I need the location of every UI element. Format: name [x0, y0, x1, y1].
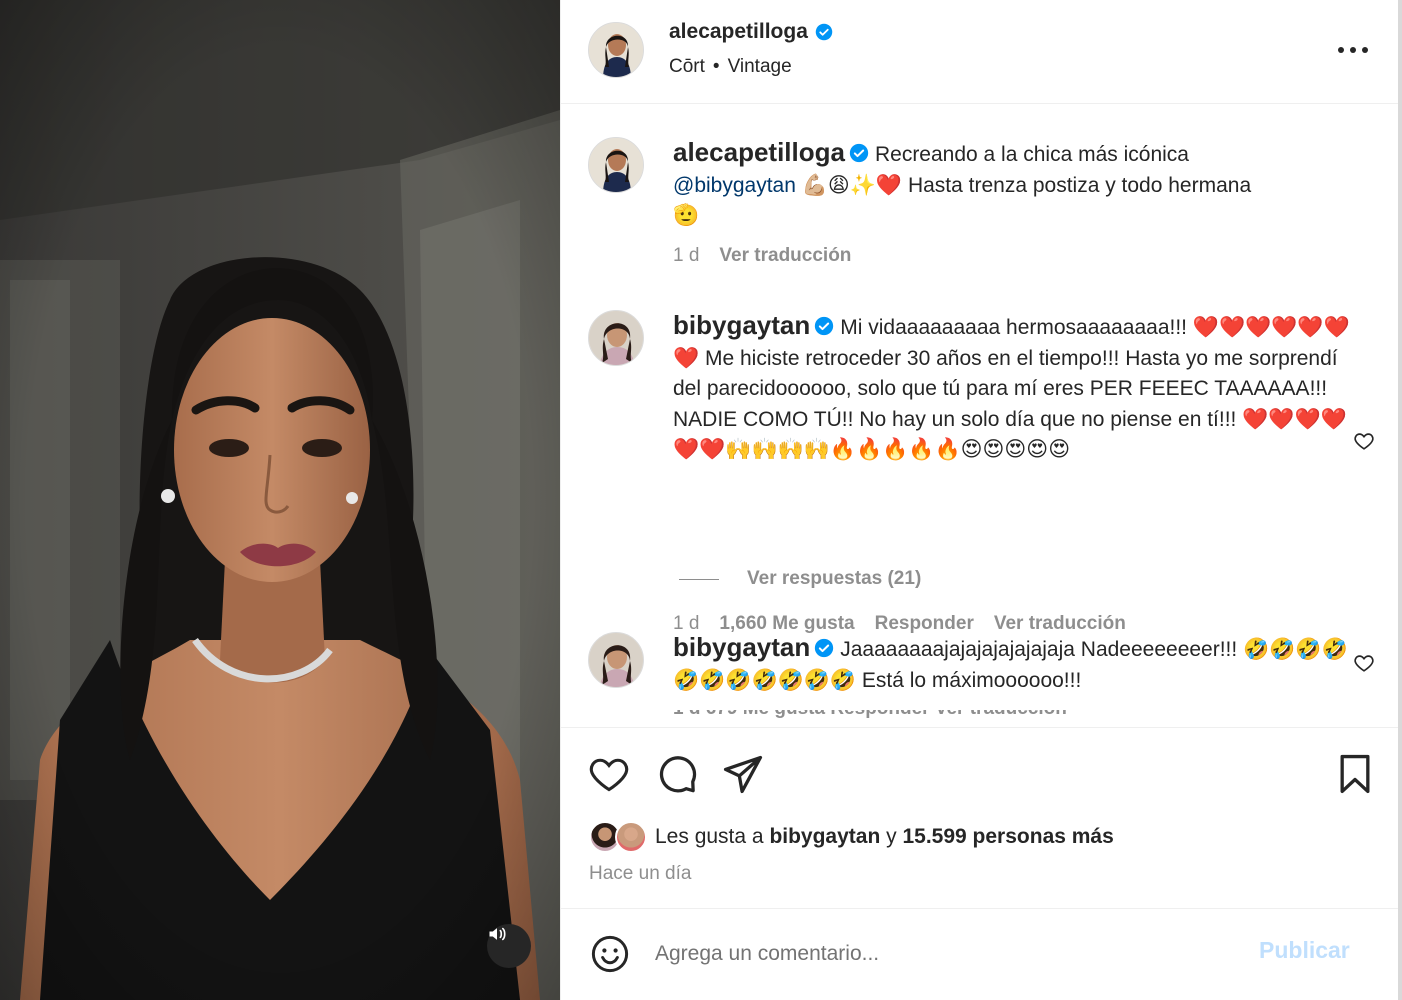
speaker-icon	[489, 927, 506, 941]
caption-translate-link[interactable]: Ver traducción	[719, 245, 851, 267]
liked-by-prefix: Les gusta a	[655, 825, 764, 848]
liked-by-user-link[interactable]: bibygaytan	[769, 825, 880, 849]
caption-text-2: Hasta trenza postiza y todo hermana	[907, 173, 1252, 197]
audio-separator: •	[712, 56, 720, 77]
caption-age[interactable]: 1 d	[673, 245, 699, 267]
comment-meta-text: 1 d 679 Me gusta Responder Ver traducció…	[673, 710, 1173, 720]
post-side-panel: alecapetilloga Cōrt • Vintage alecapetil…	[560, 0, 1399, 1000]
author-avatar[interactable]	[588, 22, 644, 78]
commenter-avatar[interactable]	[588, 310, 644, 366]
caption-mention-link[interactable]: @bibygaytan	[673, 174, 796, 197]
avatar-photo	[589, 138, 643, 192]
replies-divider-line	[679, 578, 719, 580]
verified-badge-icon	[815, 638, 834, 658]
audio-line: Cōrt • Vintage	[669, 56, 792, 78]
emoji-smile-icon[interactable]	[589, 933, 631, 975]
caption-avatar[interactable]	[588, 137, 644, 193]
mute-toggle-button[interactable]	[487, 924, 531, 968]
verified-badge-icon	[815, 23, 833, 41]
liker-avatar	[615, 821, 647, 853]
comment-input[interactable]	[655, 935, 1235, 973]
caption-emojis-2: 🫡	[673, 204, 700, 227]
more-dots-icon[interactable]	[1333, 38, 1373, 62]
post-video-frame	[0, 0, 560, 1000]
verified-badge-icon	[849, 143, 869, 163]
author-username-text[interactable]: alecapetilloga	[669, 20, 808, 44]
post-header: alecapetilloga Cōrt • Vintage	[561, 0, 1399, 104]
post-actions: Les gusta a bibygaytan y 15.599 personas…	[561, 727, 1399, 907]
verified-badge-icon	[815, 316, 834, 336]
bookmark-icon[interactable]	[1333, 752, 1377, 796]
liked-by-conjunction: y	[886, 825, 897, 848]
comment-like-heart-icon[interactable]	[1353, 652, 1375, 674]
comment-username[interactable]: bibygaytan	[673, 310, 810, 340]
author-username[interactable]: alecapetilloga	[669, 20, 833, 44]
liked-by-summary[interactable]: Les gusta a bibygaytan y 15.599 personas…	[589, 821, 1114, 853]
comment-like-heart-icon[interactable]	[1353, 430, 1375, 452]
comment-username[interactable]: bibygaytan	[673, 632, 810, 662]
window-scroll-edge	[1398, 0, 1402, 1000]
avatar-photo	[589, 633, 643, 687]
caption-meta: 1 d Ver traducción	[673, 245, 851, 267]
commenter-avatar[interactable]	[588, 632, 644, 688]
caption-username[interactable]: alecapetilloga	[673, 137, 845, 167]
paper-plane-icon[interactable]	[721, 752, 765, 796]
liked-by-others-link[interactable]: 15.599 personas más	[902, 825, 1113, 849]
caption-text: Recreando a la chica más icónica	[874, 143, 1189, 166]
liked-by-avatars	[589, 821, 647, 853]
post-media[interactable]	[0, 0, 560, 1000]
comment-meta-clipped: 1 d 679 Me gusta Responder Ver traducció…	[673, 710, 1173, 722]
caption-body: alecapetilloga Recreando a la chica más i…	[673, 137, 1353, 232]
avatar-photo	[589, 23, 643, 77]
caption-emojis: 💪🏼😩✨❤️	[801, 173, 903, 197]
avatar-photo	[589, 311, 643, 365]
comment-composer: Publicar	[561, 908, 1399, 1000]
post-timestamp[interactable]: Hace un día	[589, 863, 691, 885]
heart-icon[interactable]	[587, 752, 631, 796]
comment-body: bibygaytan Jaaaaaaaajajajajajajajaja Nade…	[673, 632, 1353, 696]
view-replies-label[interactable]: Ver respuestas (21)	[747, 568, 921, 590]
audio-tag[interactable]: Vintage	[728, 56, 792, 78]
publish-button[interactable]: Publicar	[1259, 937, 1350, 964]
comment-bubble-icon[interactable]	[655, 752, 699, 796]
comments-list[interactable]: alecapetilloga Recreando a la chica más i…	[561, 105, 1399, 725]
comment-body: bibygaytan Mi vidaaaaaaaaa hermosaaaaaaaa…	[673, 310, 1353, 466]
audio-name[interactable]: Cōrt	[669, 56, 705, 78]
view-replies-button[interactable]: Ver respuestas (21)	[679, 568, 921, 590]
